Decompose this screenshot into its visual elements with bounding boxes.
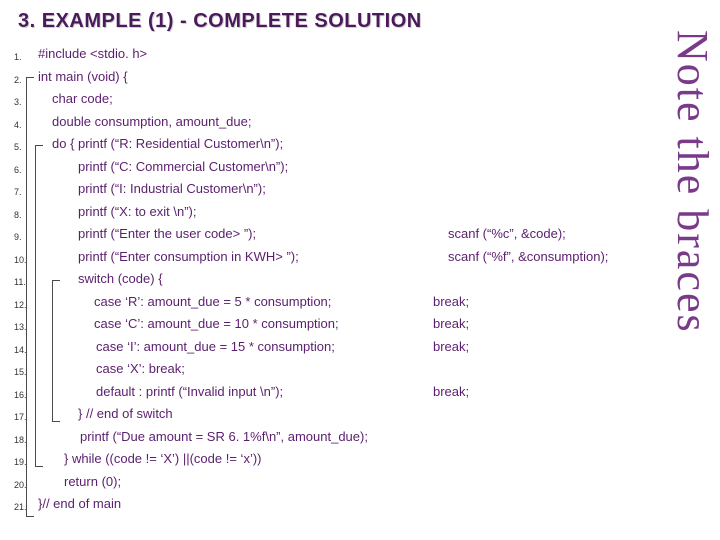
brace-main xyxy=(26,77,34,517)
code-line: case ‘C’: amount_due = 10 * consumption;… xyxy=(38,313,702,336)
code-text: printf (“Enter consumption in KWH> ”); xyxy=(78,249,299,264)
code-text: do { printf (“R: Residential Customer\n”… xyxy=(52,136,283,151)
code-line: case ‘R’: amount_due = 5 * consumption; … xyxy=(38,291,702,314)
code-line: } while ((code != ‘X’) ||(code != ‘x’)) xyxy=(38,448,702,471)
code-lines: #include <stdio. h> int main (void) { ch… xyxy=(38,43,702,516)
code-text: switch (code) { xyxy=(78,271,163,286)
break-stmt: break; xyxy=(433,291,469,314)
code-text: int main (void) { xyxy=(38,69,128,84)
code-line: int main (void) { xyxy=(38,66,702,89)
code-text: double consumption, amount_due; xyxy=(52,114,251,129)
code-line: printf (“C: Commercial Customer\n”); xyxy=(38,156,702,179)
code-line: double consumption, amount_due; xyxy=(38,111,702,134)
code-line: case ‘X’: break; xyxy=(38,358,702,381)
code-line: }// end of main xyxy=(38,493,702,516)
code-text: printf (“X: to exit \n”); xyxy=(78,204,196,219)
vertical-note: Note the braces xyxy=(670,30,714,334)
code-text: } while ((code != ‘X’) ||(code != ‘x’)) xyxy=(64,451,262,466)
code-text: #include <stdio. h> xyxy=(38,46,147,61)
code-line: switch (code) { xyxy=(38,268,702,291)
code-text: char code; xyxy=(52,91,113,106)
code-text: } // end of switch xyxy=(78,406,173,421)
break-stmt: break; xyxy=(433,336,469,359)
code-line: printf (“X: to exit \n”); xyxy=(38,201,702,224)
code-text: case ‘R’: amount_due = 5 * consumption; xyxy=(94,294,331,309)
code-line: return (0); xyxy=(38,471,702,494)
code-block: #include <stdio. h> int main (void) { ch… xyxy=(0,37,720,516)
code-line: char code; xyxy=(38,88,702,111)
code-text: printf (“C: Commercial Customer\n”); xyxy=(78,159,288,174)
code-line: } // end of switch xyxy=(38,403,702,426)
code-line: case ‘I’: amount_due = 15 * consumption;… xyxy=(38,336,702,359)
code-line: printf (“Enter consumption in KWH> ”); sc… xyxy=(38,246,702,269)
code-line: printf (“Due amount = SR 6. 1%f\n”, amou… xyxy=(38,426,702,449)
code-text: case ‘X’: break; xyxy=(96,361,185,376)
code-text: printf (“Enter the user code> ”); xyxy=(78,226,256,241)
scanf-call: scanf (“%c”, &code); xyxy=(448,223,566,246)
code-text: printf (“I: Industrial Customer\n”); xyxy=(78,181,266,196)
code-line: do { printf (“R: Residential Customer\n”… xyxy=(38,133,702,156)
code-text: }// end of main xyxy=(38,496,121,511)
code-line: #include <stdio. h> xyxy=(38,43,702,66)
code-text: case ‘C’: amount_due = 10 * consumption; xyxy=(94,316,339,331)
break-stmt: break; xyxy=(433,313,469,336)
code-line: printf (“Enter the user code> ”); scanf (… xyxy=(38,223,702,246)
code-text: default : printf (“Invalid input \n”); xyxy=(96,384,283,399)
code-line: default : printf (“Invalid input \n”); br… xyxy=(38,381,702,404)
slide-title: 3. EXAMPLE (1) - COMPLETE SOLUTION xyxy=(0,0,720,37)
code-line: printf (“I: Industrial Customer\n”); xyxy=(38,178,702,201)
code-text: case ‘I’: amount_due = 15 * consumption; xyxy=(96,339,335,354)
scanf-call: scanf (“%f”, &consumption); xyxy=(448,246,608,269)
break-stmt: break; xyxy=(433,381,469,404)
code-text: return (0); xyxy=(64,474,121,489)
code-text: printf (“Due amount = SR 6. 1%f\n”, amou… xyxy=(80,429,368,444)
